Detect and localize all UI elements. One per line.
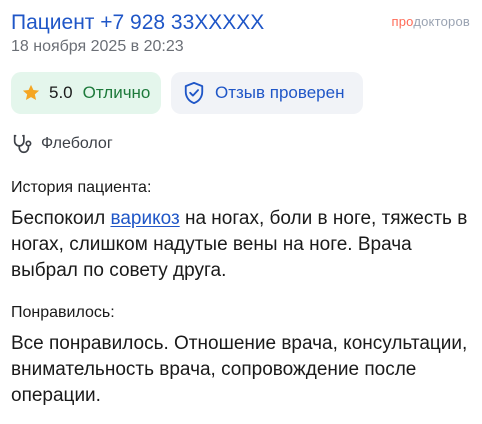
shield-check-icon	[183, 81, 205, 105]
liked-title: Понравилось:	[11, 304, 115, 321]
review-author[interactable]: Пациент +7 928 33XXXXX	[11, 11, 264, 35]
specialty-label: Флеболог	[41, 135, 113, 152]
star-icon	[21, 83, 41, 103]
stethoscope-icon	[11, 133, 33, 155]
brand-logo[interactable]: продокторов	[392, 14, 470, 29]
brand-logo-part2: докторов	[413, 14, 470, 29]
varicose-link[interactable]: варикоз	[110, 208, 179, 229]
history-text: Беспокоил варикоз на ногах, боли в ноге,…	[11, 206, 476, 284]
rating-badge: 5.0 Отлично	[11, 72, 161, 114]
doctor-specialty: Флеболог	[11, 133, 113, 155]
verified-badge[interactable]: Отзыв проверен	[171, 72, 363, 114]
history-text-before: Беспокоил	[11, 208, 111, 229]
rating-label: Отлично	[82, 83, 151, 102]
review-date: 18 ноября 2025 в 20:23	[11, 38, 184, 55]
brand-logo-part1: про	[391, 14, 414, 29]
rating-value: 5.0	[49, 83, 73, 102]
review-card: Пациент +7 928 33XXXXX продокторов 18 но…	[0, 0, 482, 424]
history-title: История пациента:	[11, 179, 152, 196]
verified-label: Отзыв проверен	[215, 83, 345, 102]
liked-text: Все понравилось. Отношение врача, консул…	[11, 333, 468, 406]
